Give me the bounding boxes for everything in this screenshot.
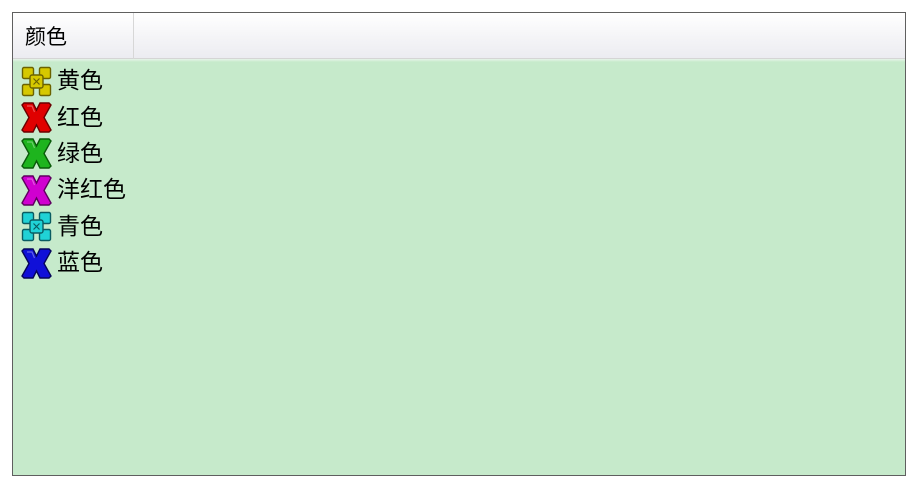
- cyan-shape-icon: [21, 211, 52, 242]
- list-item-label: 青色: [57, 213, 103, 240]
- blue-x-icon: [21, 247, 52, 279]
- list-item-label: 绿色: [57, 140, 103, 167]
- color-list: 黄色红色绿色洋红色青色蓝色: [21, 63, 126, 281]
- list-item-label: 黄色: [57, 68, 103, 95]
- list-item-label: 红色: [57, 104, 103, 131]
- list-item[interactable]: 黄色: [21, 63, 126, 99]
- yellow-shape-icon: [21, 66, 52, 97]
- green-x-icon: [21, 138, 52, 170]
- list-item-label: 洋红色: [57, 177, 126, 204]
- column-header-empty: [134, 13, 905, 59]
- list-item[interactable]: 蓝色: [21, 245, 126, 281]
- magenta-x-icon: [21, 175, 52, 206]
- list-item[interactable]: 红色: [21, 99, 126, 135]
- red-x-icon: [21, 102, 52, 133]
- list-item[interactable]: 洋红色: [21, 172, 126, 208]
- list-item[interactable]: 青色: [21, 209, 126, 245]
- column-header-color[interactable]: 颜色: [13, 13, 134, 59]
- color-list-view[interactable]: 颜色 黄色红色绿色洋红色青色蓝色: [12, 12, 906, 476]
- list-item[interactable]: 绿色: [21, 136, 126, 172]
- header-shadow: [13, 59, 905, 62]
- list-header: 颜色: [13, 13, 905, 59]
- list-item-label: 蓝色: [57, 250, 103, 277]
